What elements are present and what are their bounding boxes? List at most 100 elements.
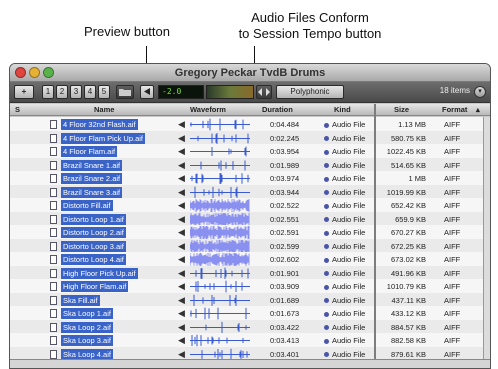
waveform-thumbnail[interactable] xyxy=(190,280,250,293)
speaker-icon[interactable]: ◀ xyxy=(178,160,185,170)
view-preset-2-button[interactable]: 2 xyxy=(56,85,68,99)
waveform-thumbnail[interactable] xyxy=(190,294,250,307)
horizontal-scrollbar[interactable] xyxy=(10,359,490,368)
column-header-kind[interactable]: Kind xyxy=(334,105,351,114)
view-preset-4-button[interactable]: 4 xyxy=(84,85,96,99)
window-titlebar: Gregory Peckar TvdB Drums xyxy=(10,64,490,82)
speaker-icon[interactable]: ◀ xyxy=(178,174,185,183)
preview-volume-display[interactable]: -2.0 xyxy=(158,85,204,99)
speaker-icon[interactable]: ◀ xyxy=(178,349,185,359)
kind-label: Audio File xyxy=(332,147,366,156)
polyphonic-selector[interactable]: Polyphonic xyxy=(276,85,344,99)
audio-file-icon xyxy=(50,160,57,170)
browser-toolbar: + 1 2 3 4 5 -2.0 Polyphonic 18 items ▾ xyxy=(10,82,490,103)
pane-divider[interactable] xyxy=(374,104,376,368)
waveform-thumbnail[interactable] xyxy=(190,321,250,334)
audio-file-icon xyxy=(50,295,57,305)
speaker-icon[interactable]: ◀ xyxy=(178,133,185,143)
conform-button-callout: Audio Files Conform to Session Tempo but… xyxy=(210,10,410,42)
vertical-scrollbar[interactable] xyxy=(483,117,490,361)
item-count: 18 items xyxy=(439,86,470,95)
column-header-size[interactable]: Size xyxy=(394,105,409,114)
conform-callout-line2: to Session Tempo button xyxy=(238,26,382,41)
speaker-icon[interactable]: ◀ xyxy=(178,241,185,251)
file-name[interactable]: High Floor Pick Up.aif xyxy=(61,267,138,279)
minimize-icon[interactable] xyxy=(29,67,40,78)
waveform-thumbnail[interactable] xyxy=(190,307,250,320)
file-name[interactable]: High Floor Flam.aif xyxy=(61,281,129,292)
speaker-icon[interactable]: ◀ xyxy=(178,120,185,129)
kind-label: Audio File xyxy=(332,282,366,291)
audio-file-icon xyxy=(50,282,57,291)
add-menu-button[interactable]: + xyxy=(14,85,34,99)
kind-label: Audio File xyxy=(332,187,366,197)
kind-label: Audio File xyxy=(332,160,366,170)
file-name[interactable]: Brazil Snare 1.aif xyxy=(61,159,123,171)
waveform-thumbnail[interactable] xyxy=(190,226,250,239)
file-name[interactable]: Distorto Loop 2.aif xyxy=(61,227,126,238)
waveform-thumbnail[interactable] xyxy=(190,132,250,145)
file-name[interactable]: Brazil Snare 3.aif xyxy=(61,186,123,198)
file-name[interactable]: 4 Floor Flam.aif xyxy=(61,146,118,157)
file-name[interactable]: Ska Loop 1.aif xyxy=(61,308,113,319)
waveform-thumbnail[interactable] xyxy=(190,159,250,172)
file-name[interactable]: 4 Floor Flam Pick Up.aif xyxy=(61,132,146,144)
speaker-icon[interactable]: ◀ xyxy=(178,268,185,278)
column-header-duration[interactable]: Duration xyxy=(262,105,293,114)
speaker-icon[interactable]: ◀ xyxy=(178,201,185,210)
speaker-icon[interactable]: ◀ xyxy=(178,187,185,197)
conform-to-tempo-button[interactable] xyxy=(256,85,272,99)
file-name[interactable]: Ska Loop 3.aif xyxy=(61,335,113,346)
waveform-thumbnail[interactable] xyxy=(190,186,250,199)
kind-label: Audio File xyxy=(332,214,366,224)
waveform-thumbnail[interactable] xyxy=(190,199,250,212)
kind-label: Audio File xyxy=(332,174,366,183)
column-header-waveform[interactable]: Waveform xyxy=(190,105,226,114)
waveform-thumbnail[interactable] xyxy=(190,172,250,185)
speaker-icon[interactable]: ◀ xyxy=(178,147,185,156)
kind-label: Audio File xyxy=(332,241,366,251)
column-header-name[interactable]: Name xyxy=(94,105,114,114)
waveform-thumbnail[interactable] xyxy=(190,253,250,266)
speaker-icon[interactable]: ◀ xyxy=(178,282,185,291)
file-name[interactable]: 4 Floor 32nd Flash.aif xyxy=(61,119,138,130)
kind-label: Audio File xyxy=(332,295,366,305)
waveform-thumbnail[interactable] xyxy=(190,239,250,253)
kind-dot-icon xyxy=(324,190,329,196)
speaker-icon[interactable]: ◀ xyxy=(178,214,185,224)
kind-label: Audio File xyxy=(332,255,366,264)
file-name[interactable]: Distorto Loop 3.aif xyxy=(61,240,126,252)
column-header-format[interactable]: Format xyxy=(442,105,467,114)
waveform-thumbnail[interactable] xyxy=(190,145,250,158)
speaker-icon[interactable]: ◀ xyxy=(178,309,185,318)
zoom-icon[interactable] xyxy=(43,67,54,78)
file-name[interactable]: Brazil Snare 2.aif xyxy=(61,173,123,184)
audio-file-icon xyxy=(50,255,57,264)
file-name[interactable]: Ska Fill.aif xyxy=(61,294,100,306)
file-name[interactable]: Distorto Fill.aif xyxy=(61,200,113,211)
speaker-icon[interactable]: ◀ xyxy=(178,295,185,305)
audio-file-icon xyxy=(50,147,57,156)
folder-icon[interactable] xyxy=(116,85,134,99)
file-name[interactable]: Distorto Loop 4.aif xyxy=(61,254,126,265)
kind-dot-icon xyxy=(324,284,329,290)
audio-file-icon xyxy=(50,201,57,210)
preview-button[interactable] xyxy=(140,85,154,99)
file-name[interactable]: Distorto Loop 1.aif xyxy=(61,213,126,225)
speaker-icon[interactable]: ◀ xyxy=(178,322,185,332)
view-preset-3-button[interactable]: 3 xyxy=(70,85,82,99)
waveform-thumbnail[interactable] xyxy=(190,334,250,347)
close-icon[interactable] xyxy=(15,67,26,78)
view-preset-5-button[interactable]: 5 xyxy=(98,85,110,99)
view-preset-1-button[interactable]: 1 xyxy=(42,85,54,99)
waveform-thumbnail[interactable] xyxy=(190,118,250,131)
waveform-thumbnail[interactable] xyxy=(190,267,250,280)
waveform-thumbnail[interactable] xyxy=(190,212,250,226)
speaker-icon[interactable]: ◀ xyxy=(178,228,185,237)
speaker-icon[interactable]: ◀ xyxy=(178,336,185,345)
options-circle-icon[interactable]: ▾ xyxy=(474,86,486,98)
speaker-icon[interactable]: ◀ xyxy=(178,255,185,264)
column-header-s[interactable]: S xyxy=(15,105,20,114)
file-name[interactable]: Ska Loop 2.aif xyxy=(61,321,113,333)
file-name[interactable]: Ska Loop 4.aif xyxy=(61,348,113,360)
